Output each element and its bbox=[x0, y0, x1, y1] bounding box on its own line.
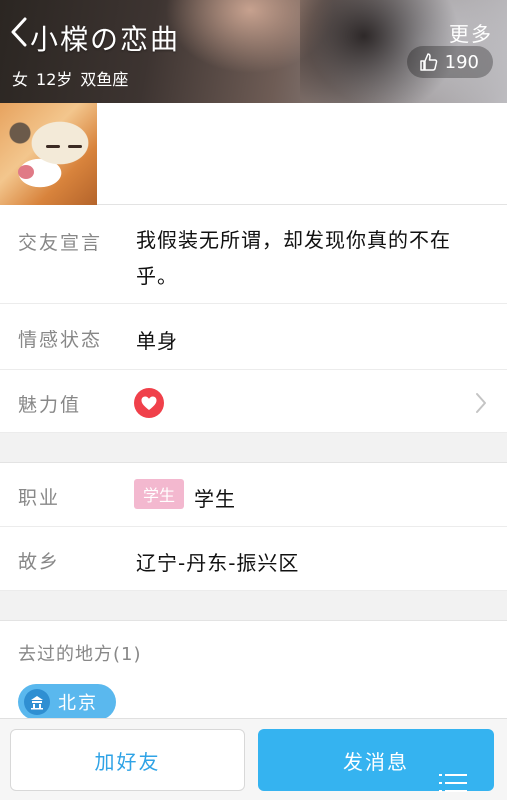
charm-label: 魅力值 bbox=[18, 394, 82, 416]
section-divider bbox=[0, 433, 507, 463]
add-friend-button[interactable]: 加好友 bbox=[10, 729, 245, 791]
section-divider bbox=[0, 591, 507, 621]
place-tag-beijing[interactable]: 北京 bbox=[18, 684, 116, 720]
profile-cover: 小橖の恋曲 更多 女 12岁 双鱼座 190 bbox=[0, 0, 507, 103]
heart-icon bbox=[134, 388, 164, 418]
zodiac-text: 双鱼座 bbox=[80, 70, 129, 89]
photo-strip bbox=[0, 103, 507, 205]
photo-detail bbox=[68, 145, 82, 148]
profile-meta: 女 12岁 双鱼座 bbox=[12, 66, 128, 90]
hometown-label: 故乡 bbox=[18, 551, 61, 573]
gender-text: 女 bbox=[12, 70, 29, 89]
chevron-left-icon bbox=[11, 17, 27, 47]
motto-value: 我假装无所谓，却发现你真的不在乎。 bbox=[136, 228, 451, 288]
job-row: 职业 学生 学生 bbox=[0, 463, 507, 527]
place-name: 北京 bbox=[58, 693, 98, 714]
relationship-row: 情感状态 单身 bbox=[0, 305, 507, 370]
photo-detail bbox=[18, 165, 34, 179]
age-text: 12岁 bbox=[36, 70, 73, 89]
photo-detail bbox=[46, 145, 60, 148]
relationship-value: 单身 bbox=[136, 329, 178, 353]
visited-places-title: 去过的地方(1) bbox=[18, 644, 142, 665]
like-button[interactable]: 190 bbox=[406, 46, 493, 78]
menu-icon[interactable] bbox=[439, 772, 467, 794]
job-label: 职业 bbox=[18, 487, 61, 509]
chevron-right-icon bbox=[476, 393, 486, 413]
relationship-label: 情感状态 bbox=[18, 329, 103, 351]
heart-glyph bbox=[141, 396, 157, 410]
profile-name: 小橖の恋曲 bbox=[30, 23, 181, 56]
hometown-value: 辽宁-丹东-振兴区 bbox=[136, 551, 300, 575]
action-bar: 加好友 发消息 bbox=[0, 718, 507, 800]
temple-icon bbox=[24, 689, 50, 715]
thumbs-up-icon bbox=[419, 53, 437, 71]
like-count: 190 bbox=[444, 51, 479, 73]
profile-photo-thumbnail[interactable] bbox=[0, 103, 97, 205]
more-button[interactable]: 更多 bbox=[449, 18, 493, 47]
charm-row[interactable]: 魅力值 bbox=[0, 370, 507, 433]
job-value: 学生 bbox=[194, 487, 236, 511]
motto-label: 交友宣言 bbox=[18, 232, 103, 254]
back-button[interactable] bbox=[6, 14, 32, 50]
job-tag: 学生 bbox=[134, 479, 185, 509]
motto-row: 交友宣言 我假装无所谓，却发现你真的不在乎。 bbox=[0, 206, 507, 304]
hometown-row: 故乡 辽宁-丹东-振兴区 bbox=[0, 527, 507, 591]
